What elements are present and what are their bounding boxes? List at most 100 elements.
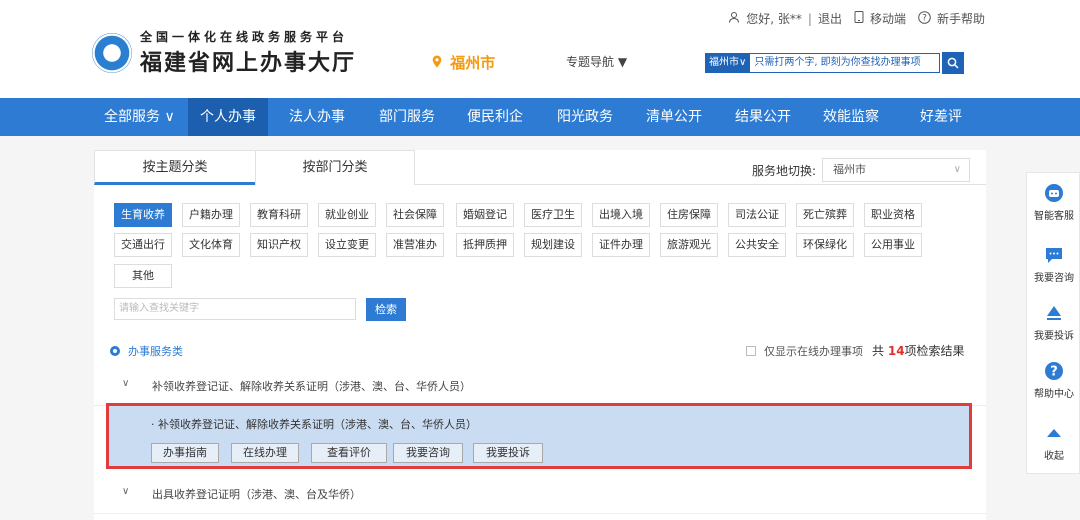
complaint-float-button[interactable]: 我要投诉 bbox=[1027, 303, 1080, 342]
tag-item[interactable]: 旅游观光 bbox=[660, 233, 718, 257]
tag-item[interactable]: 户籍办理 bbox=[182, 203, 240, 227]
service-type-label: 办事服务类 bbox=[128, 345, 183, 358]
keyword-search-button[interactable]: 检索 bbox=[366, 298, 406, 321]
tag-item[interactable]: 设立变更 bbox=[318, 233, 376, 257]
help-center-button[interactable]: ? 帮助中心 bbox=[1027, 361, 1080, 400]
tag-item[interactable]: 婚姻登记 bbox=[456, 203, 514, 227]
location-select[interactable]: 福州市 ∨ bbox=[822, 158, 970, 182]
tag-item[interactable]: 住房保障 bbox=[660, 203, 718, 227]
tab-by-topic[interactable]: 按主题分类 bbox=[94, 150, 256, 185]
radio-selected-icon bbox=[110, 346, 120, 356]
tag-item[interactable]: 司法公证 bbox=[728, 203, 786, 227]
divider: | bbox=[807, 11, 812, 26]
expanded-item-title: · 补领收养登记证、解除收养关系证明（涉港、澳、台、华侨人员） bbox=[151, 418, 477, 431]
complaint-icon bbox=[1047, 306, 1061, 320]
site-logo[interactable]: 全国一体化在线政务服务平台 福建省网上办事大厅 bbox=[92, 28, 356, 77]
tag-item[interactable]: 证件办理 bbox=[592, 233, 650, 257]
tag-item[interactable]: 交通出行 bbox=[114, 233, 172, 257]
robot-icon bbox=[1045, 184, 1063, 202]
tag-item[interactable]: 抵押质押 bbox=[456, 233, 514, 257]
tag-item[interactable]: 职业资格 bbox=[864, 203, 922, 227]
nav-department[interactable]: 部门服务 bbox=[379, 98, 435, 136]
search-city-dropdown[interactable]: 福州市∨ bbox=[705, 53, 751, 73]
nav-efficiency[interactable]: 效能监察 bbox=[823, 98, 879, 136]
tag-item[interactable]: 规划建设 bbox=[524, 233, 582, 257]
item-title: 补领收养登记证、解除收养关系证明（涉港、澳、台、华侨人员） bbox=[152, 380, 471, 393]
tag-item[interactable]: 死亡殡葬 bbox=[796, 203, 854, 227]
tag-item[interactable]: 就业创业 bbox=[318, 203, 376, 227]
nav-all-services[interactable]: 全部服务 ∨ bbox=[104, 98, 175, 136]
tag-item[interactable]: 文化体育 bbox=[182, 233, 240, 257]
tag-item[interactable]: 医疗卫生 bbox=[524, 203, 582, 227]
nav-list-public[interactable]: 清单公开 bbox=[646, 98, 702, 136]
tag-item[interactable]: 环保绿化 bbox=[796, 233, 854, 257]
smart-service-button[interactable]: 智能客服 bbox=[1027, 183, 1080, 222]
search-button[interactable] bbox=[942, 52, 965, 74]
help-icon: ? bbox=[1045, 362, 1063, 380]
nav-personal[interactable]: 个人办事 bbox=[188, 98, 268, 136]
tag-item[interactable]: 出境入境 bbox=[592, 203, 650, 227]
tag-item[interactable]: 其他 bbox=[114, 264, 172, 288]
tag-item[interactable]: 生育收养 bbox=[114, 203, 172, 227]
floating-service-menu: 智能客服 我要咨询 我要投诉 ? 帮助中心 收起 bbox=[1026, 172, 1080, 474]
location-label: 服务地切换: bbox=[751, 163, 816, 178]
complaint-button[interactable]: 我要投诉 bbox=[473, 443, 543, 463]
float-label: 帮助中心 bbox=[1034, 389, 1074, 400]
search-input[interactable]: 只需打两个字, 即刻为你查找办理事项 bbox=[750, 53, 941, 73]
tag-item[interactable]: 公共安全 bbox=[728, 233, 786, 257]
emblem-icon bbox=[92, 32, 132, 73]
online-only-checkbox[interactable]: 仅显示在线办理事项 bbox=[746, 343, 863, 359]
collapse-button[interactable]: 收起 bbox=[1027, 423, 1080, 462]
location-value: 福州市 bbox=[833, 163, 866, 176]
result-count-suffix: 项检索结果 bbox=[904, 344, 965, 358]
nav-convenience[interactable]: 便民利企 bbox=[467, 98, 523, 136]
tag-item[interactable]: 公用事业 bbox=[864, 233, 922, 257]
result-count: 共 14项检索结果 bbox=[872, 342, 965, 359]
expanded-item-panel: · 补领收养登记证、解除收养关系证明（涉港、澳、台、华侨人员） 办事指南 在线办… bbox=[106, 403, 972, 469]
float-label: 我要投诉 bbox=[1034, 331, 1074, 342]
tag-item[interactable]: 社会保障 bbox=[386, 203, 444, 227]
top-links: 您好, 张** | 退出 移动端 ? 新手帮助 bbox=[728, 10, 985, 27]
help-link[interactable]: 新手帮助 bbox=[937, 10, 985, 27]
chat-icon bbox=[1046, 248, 1062, 263]
list-item[interactable]: ∨ 出具收养登记证明（涉港、澳、台及华侨） bbox=[94, 474, 986, 514]
nav-result-public[interactable]: 结果公开 bbox=[735, 98, 791, 136]
result-count-prefix: 共 bbox=[872, 344, 885, 358]
consult-button[interactable]: 我要咨询 bbox=[393, 443, 463, 463]
item-title: 出具收养登记证明（涉港、澳、台及华侨） bbox=[152, 488, 361, 501]
service-type-radio[interactable]: 办事服务类 bbox=[110, 343, 183, 359]
site-header: 您好, 张** | 退出 移动端 ? 新手帮助 全国一体化在线政务服务平台 福建… bbox=[0, 0, 1080, 98]
list-item[interactable]: ∨ 补领收养登记证、解除收养关系证明（涉港、澳、台、华侨人员） bbox=[94, 366, 986, 406]
nav-rating[interactable]: 好差评 bbox=[920, 98, 962, 136]
keyword-input[interactable]: 请输入查找关键字 bbox=[114, 298, 356, 320]
search-icon bbox=[947, 57, 959, 69]
guide-button[interactable]: 办事指南 bbox=[151, 443, 219, 463]
tag-item[interactable]: 教育科研 bbox=[250, 203, 308, 227]
online-handle-button[interactable]: 在线办理 bbox=[231, 443, 299, 463]
user-greeting[interactable]: 您好, 张** bbox=[746, 10, 802, 27]
tag-item[interactable]: 准营准办 bbox=[386, 233, 444, 257]
view-rating-button[interactable]: 查看评价 bbox=[311, 443, 387, 463]
float-label: 我要咨询 bbox=[1034, 273, 1074, 284]
result-count-number: 14 bbox=[887, 344, 905, 358]
nav-legal-entity[interactable]: 法人办事 bbox=[289, 98, 345, 136]
mobile-link[interactable]: 移动端 bbox=[870, 10, 906, 27]
consult-float-button[interactable]: 我要咨询 bbox=[1027, 245, 1080, 284]
main-panel: 按主题分类 按部门分类 服务地切换: 福州市 ∨ 生育收养 户籍办理 教育科研 … bbox=[94, 150, 986, 520]
collapse-icon bbox=[1047, 429, 1061, 437]
chevron-down-icon: ∨ bbox=[122, 486, 130, 497]
main-nav: 全部服务 ∨ 个人办事 法人办事 部门服务 便民利企 阳光政务 清单公开 结果公… bbox=[0, 98, 1080, 136]
chevron-down-icon: ∨ bbox=[122, 378, 130, 389]
mobile-icon bbox=[854, 11, 864, 26]
svg-text:?: ? bbox=[922, 13, 927, 23]
nav-sunshine-gov[interactable]: 阳光政务 bbox=[557, 98, 613, 136]
logo-title: 福建省网上办事大厅 bbox=[140, 50, 357, 76]
global-search: 福州市∨ 只需打两个字, 即刻为你查找办理事项 bbox=[705, 52, 965, 74]
float-label: 智能客服 bbox=[1034, 211, 1074, 222]
topic-nav-dropdown[interactable]: 专题导航 ▼ bbox=[566, 53, 627, 70]
online-only-label: 仅显示在线办理事项 bbox=[764, 345, 863, 358]
city-selector[interactable]: 福州市 bbox=[432, 52, 495, 73]
tab-by-department[interactable]: 按部门分类 bbox=[255, 150, 415, 185]
logout-link[interactable]: 退出 bbox=[818, 10, 842, 27]
tag-item[interactable]: 知识产权 bbox=[250, 233, 308, 257]
